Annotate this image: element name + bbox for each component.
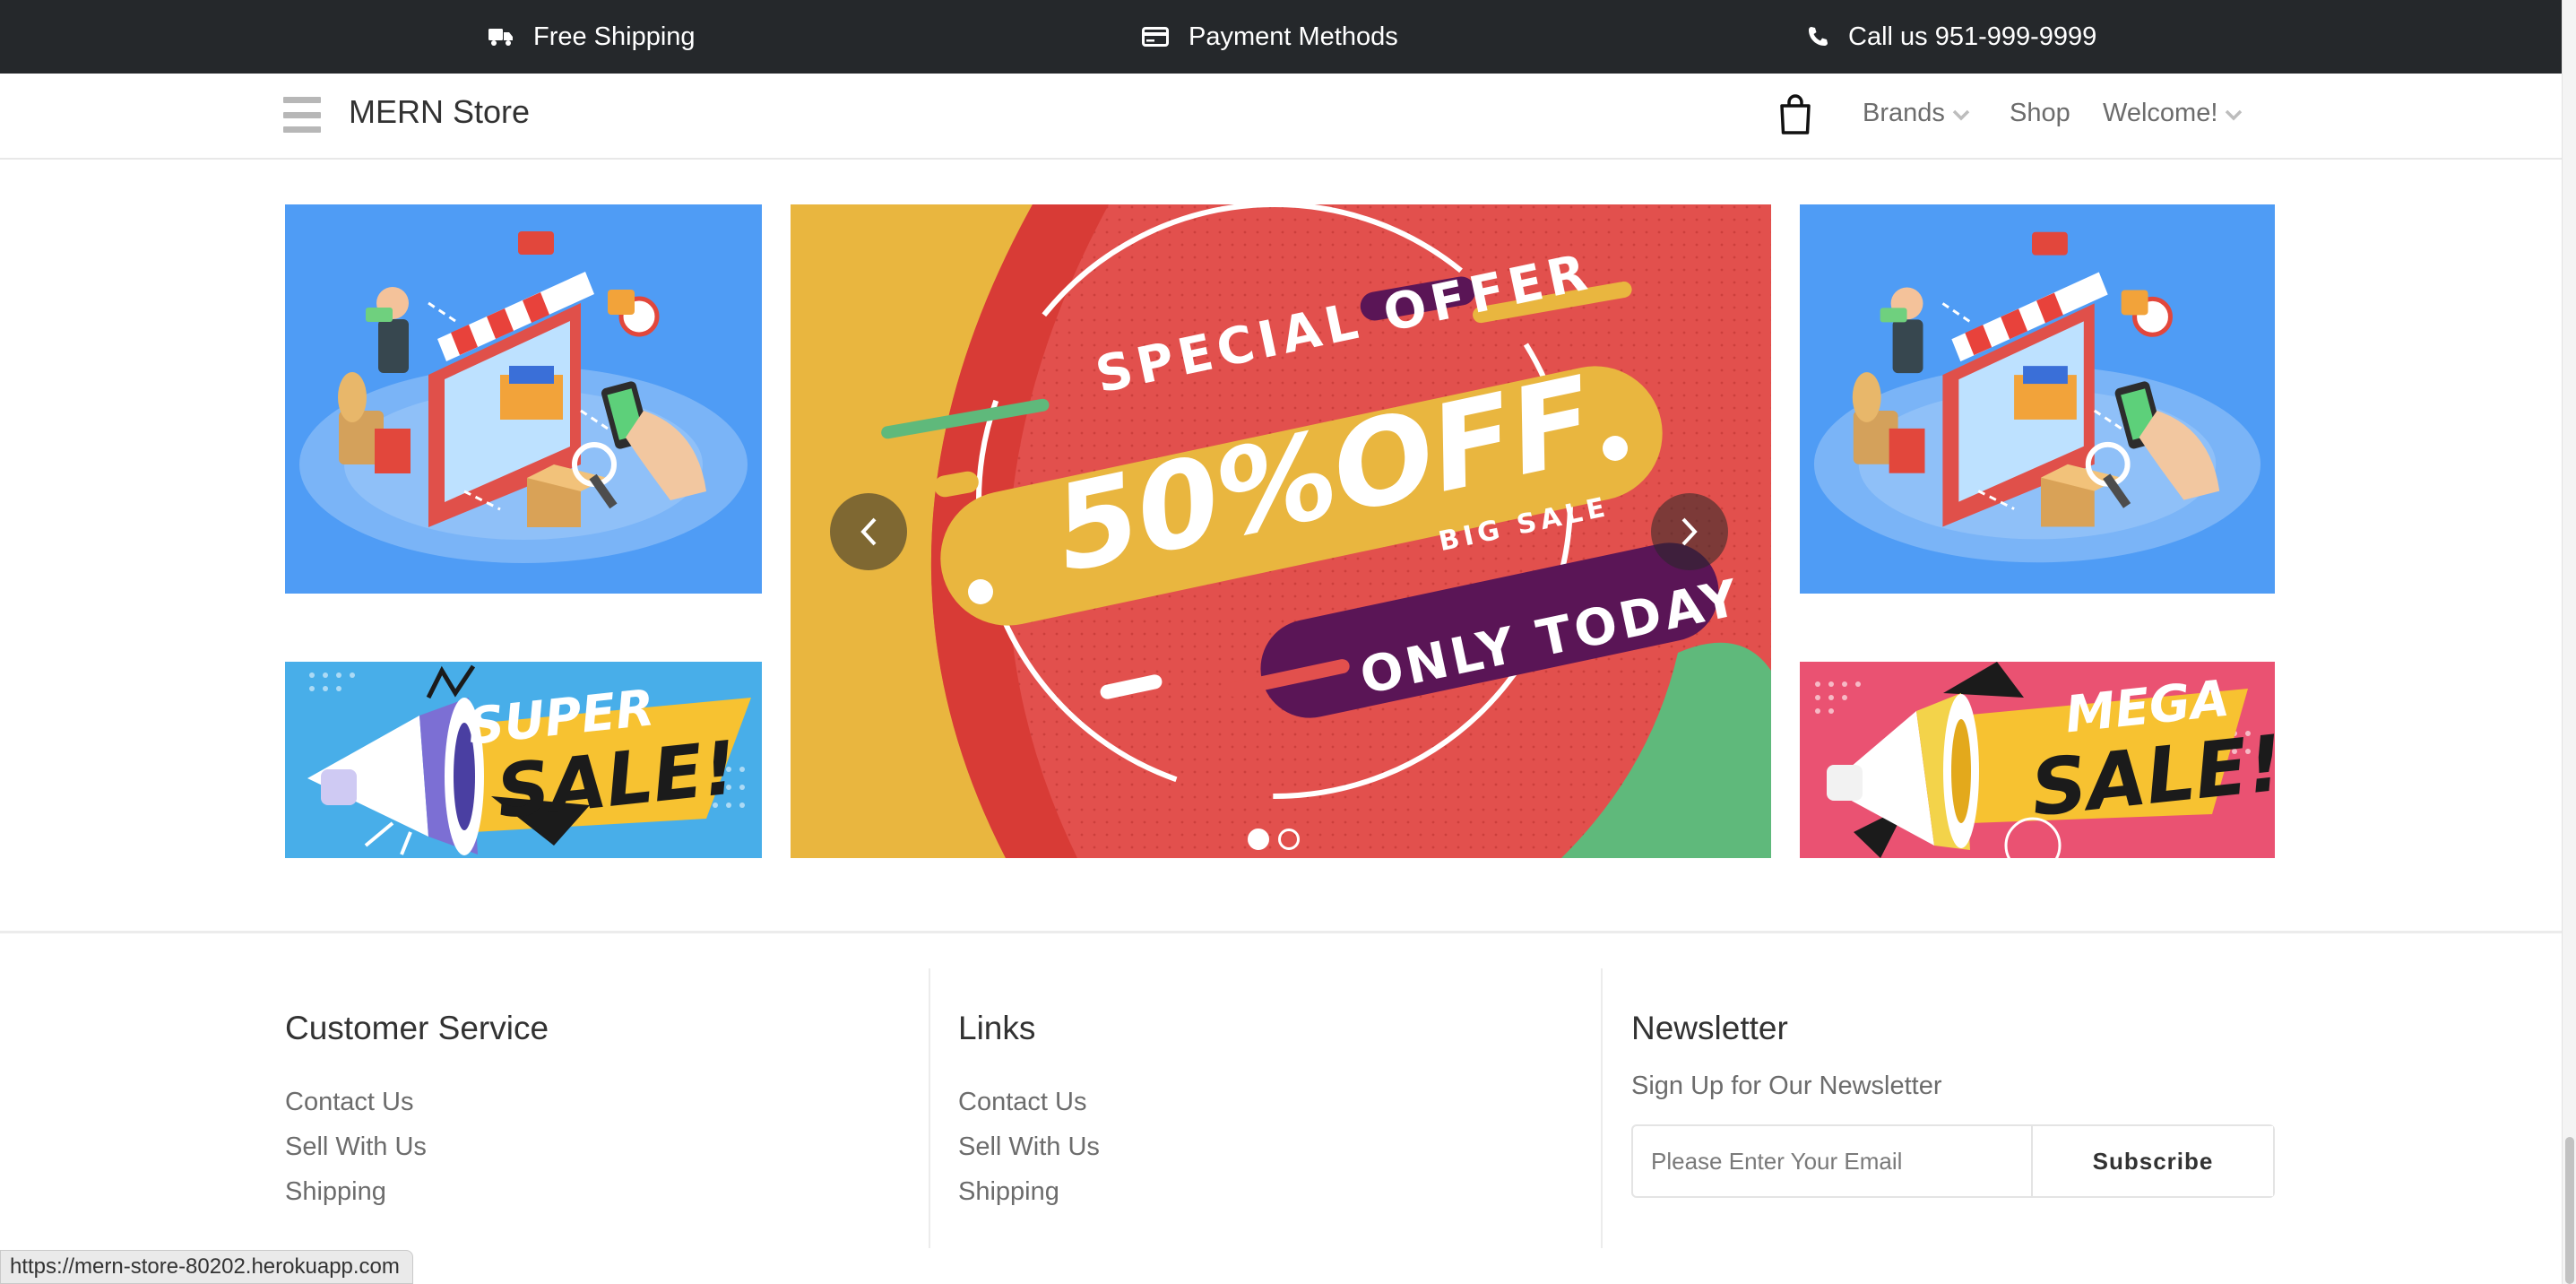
credit-card-icon (1142, 27, 1169, 47)
shopping-bag-icon[interactable] (1778, 93, 1812, 134)
links-heading: Links (958, 1010, 1036, 1046)
chevron-down-icon (2226, 109, 2243, 121)
carousel-prev-button[interactable] (830, 493, 907, 570)
payment-methods-label: Payment Methods (1189, 22, 1398, 51)
footer-column-divider (929, 968, 930, 1248)
online-shop-illustration (299, 231, 748, 563)
chevron-down-icon (1952, 109, 1970, 121)
payment-methods: Payment Methods (1142, 0, 1398, 74)
truck-icon (488, 29, 513, 46)
newsletter-email-input[interactable] (1633, 1126, 2031, 1196)
scrollbar-thumb[interactable] (2565, 1137, 2574, 1284)
footer-link-contact-us[interactable]: Contact Us (958, 1088, 1086, 1117)
footer-link-shipping[interactable]: Shipping (958, 1177, 1059, 1207)
newsletter-heading: Newsletter (1631, 1010, 1788, 1046)
menu-toggle-icon[interactable] (283, 97, 321, 133)
site-header: MERN Store Brands Shop Welcome! (0, 74, 2562, 160)
free-shipping: Free Shipping (488, 0, 696, 74)
mega-sale-banner[interactable]: MEGA SALE! (1800, 662, 2275, 858)
call-us: Call us 951-999-9999 (1807, 0, 2096, 74)
nav-shop-link[interactable]: Shop (2010, 99, 2070, 128)
nav-brands-label: Brands (1863, 99, 1945, 127)
super-sale-banner[interactable]: SUPER SALE! (285, 662, 762, 858)
footer-link-sell-with-us[interactable]: Sell With Us (958, 1132, 1100, 1162)
nav-brands-dropdown[interactable]: Brands (1863, 99, 1970, 128)
page-scrollbar[interactable] (2562, 0, 2576, 1284)
footer-link-contact-us[interactable]: Contact Us (285, 1088, 413, 1117)
carousel-dot[interactable] (1248, 829, 1269, 850)
online-shop-banner-right[interactable] (1800, 204, 2275, 594)
top-info-bar: Free Shipping Payment Methods Call us 95… (0, 0, 2562, 74)
footer-column-divider (1601, 968, 1603, 1248)
subscribe-button[interactable]: Subscribe (2031, 1126, 2273, 1196)
footer-divider (0, 931, 2562, 933)
nav-account-dropdown[interactable]: Welcome! (2103, 99, 2243, 128)
footer-link-sell-with-us[interactable]: Sell With Us (285, 1132, 427, 1162)
online-shop-banner-left[interactable] (285, 204, 762, 594)
carousel-indicators (1248, 829, 1300, 850)
newsletter-subtitle: Sign Up for Our Newsletter (1631, 1071, 1942, 1100)
chevron-right-icon (1681, 517, 1698, 546)
carousel-next-button[interactable] (1651, 493, 1728, 570)
brand-logo[interactable]: MERN Store (349, 93, 530, 131)
promo-carousel[interactable]: SPECIAL OFFER 50%OFF BIG SALE ONLY TODAY (791, 204, 1771, 858)
free-shipping-label: Free Shipping (533, 22, 696, 51)
phone-icon (1809, 27, 1828, 46)
online-shop-illustration (1813, 231, 2261, 563)
call-us-label: Call us 951-999-9999 (1848, 22, 2097, 51)
status-bar-url: https://mern-store-80202.herokuapp.com (0, 1250, 413, 1284)
footer-link-shipping[interactable]: Shipping (285, 1177, 386, 1207)
carousel-dot[interactable] (1278, 829, 1300, 850)
nav-welcome-label: Welcome! (2103, 99, 2218, 127)
customer-service-heading: Customer Service (285, 1010, 549, 1046)
chevron-left-icon (860, 517, 877, 546)
newsletter-form: Subscribe (1631, 1124, 2275, 1198)
